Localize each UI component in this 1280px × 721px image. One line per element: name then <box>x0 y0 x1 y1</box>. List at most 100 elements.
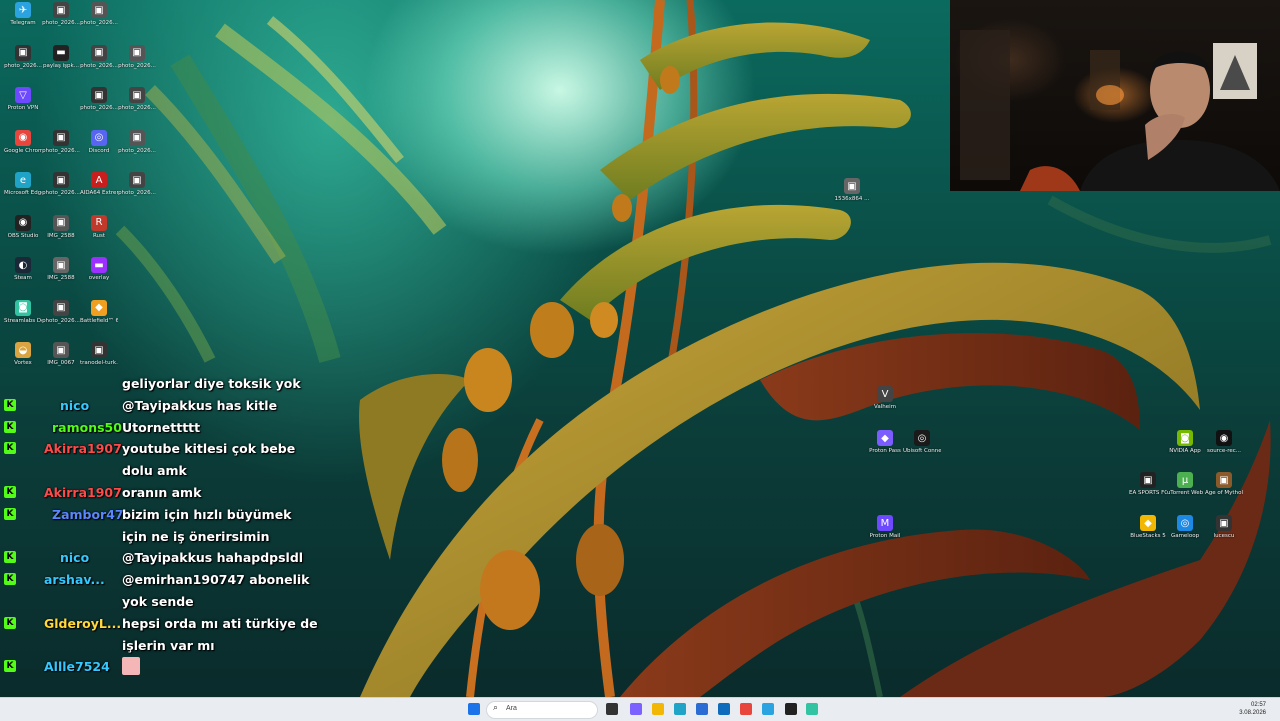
desktop-icon[interactable]: ▬ overlay <box>80 257 118 281</box>
desktop-icon[interactable]: ◒ Vortex <box>4 342 42 366</box>
task-view-icon[interactable] <box>606 703 618 715</box>
start-icon[interactable] <box>468 703 480 715</box>
obs-icon[interactable] <box>785 703 797 715</box>
desktop-icon[interactable]: ▣ IMG_2588 <box>42 257 80 281</box>
desktop-icon[interactable]: ▣ photo_2026... <box>42 172 80 196</box>
desktop-icon-label: overlay <box>88 275 110 281</box>
desktop-icon-label: photo_2026... <box>80 105 118 111</box>
chat-text: yok sende <box>122 594 194 609</box>
desktop-icon[interactable]: ◆ Battlefield™ 6 <box>80 299 118 324</box>
desktop-icon[interactable]: ▽ Proton VPN <box>4 87 42 111</box>
desktop-icon[interactable]: ▬ paylaş işpk... <box>42 44 80 69</box>
chat-text: youtube kitlesi çok bebe <box>122 441 296 457</box>
desktop-icon-label: photo_2026... <box>42 317 80 324</box>
app-icon: ▣ <box>91 2 107 18</box>
chat-text: hepsi orda mı ati türkiye de <box>122 615 318 631</box>
desktop-icon[interactable]: ▣ Age of Mythol... <box>1205 472 1243 496</box>
desktop-icon[interactable]: ▣ photo_2026... <box>118 87 156 111</box>
desktop-icon-label: uTorrent Web <box>1166 490 1204 496</box>
desktop-icon[interactable]: A AIDA64 Extreme <box>80 172 118 196</box>
app-icon: ▣ <box>91 44 107 61</box>
desktop-icon[interactable]: ▣ EA SPORTS FC™ 26 <box>1129 472 1167 496</box>
desktop-icon[interactable]: ◉ OBS Studio <box>4 214 42 239</box>
desktop: ✈ Telegram ▣ photo_2026... ▣ photo_2026... ▣ ph… <box>0 0 1280 697</box>
app-icon: ▣ <box>53 129 69 146</box>
app-icon: ▣ <box>1140 472 1156 488</box>
desktop-icon[interactable]: ▣ photo_2026... <box>42 299 80 324</box>
desktop-icon[interactable]: ◆ BlueStacks 5 <box>1129 515 1167 539</box>
desktop-icon[interactable]: R Rust <box>80 214 118 239</box>
desktop-icon[interactable]: ▣ photo_2026... <box>42 129 80 154</box>
desktop-icon[interactable]: ▣ tranodel-turk... <box>80 342 118 366</box>
search-box[interactable]: ⌕ Ara <box>486 701 598 719</box>
app-icon: ▣ <box>53 299 69 316</box>
desktop-icon[interactable]: ▣ lucescu <box>1205 515 1243 539</box>
desktop-icon[interactable]: ▣ IMG_2588 <box>42 214 80 239</box>
app-icon: ▣ <box>1216 515 1232 531</box>
app-icon: ◙ <box>1177 430 1193 446</box>
chat-username: Zambor47 <box>52 506 124 522</box>
desktop-icon-label: Vortex <box>14 360 32 366</box>
desktop-icon[interactable]: ◉ source-rec... <box>1205 430 1243 454</box>
copilot-icon[interactable] <box>630 703 642 715</box>
chat-username: arshav... <box>44 572 105 588</box>
desktop-icon[interactable]: ▣ photo_2026... <box>118 44 156 69</box>
desktop-icon[interactable]: ◎ Ubisoft Connect <box>903 430 941 454</box>
desktop-icon[interactable]: ▣ photo_2026... <box>80 2 118 26</box>
desktop-icon[interactable]: ◐ Steam <box>4 257 42 281</box>
kick-badge-icon: K <box>4 486 16 498</box>
webcam-overlay <box>950 0 1280 191</box>
desktop-icon[interactable]: e Microsoft Edge <box>4 172 42 196</box>
desktop-icon[interactable]: µ uTorrent Web <box>1166 472 1204 496</box>
desktop-icon[interactable]: ◉Google Chrome <box>4 129 42 154</box>
system-clock[interactable]: 02:57 3.08.2026 <box>1239 701 1266 717</box>
desktop-icon-label: photo_2026... <box>42 20 80 26</box>
desktop-icon-label: Streamlabs Desktop <box>4 317 42 324</box>
desktop-icon[interactable]: ▣ photo_2026... <box>4 44 42 69</box>
app-icon: ▽ <box>15 87 31 103</box>
chat-emote-icon <box>122 657 140 676</box>
edge-icon[interactable] <box>674 703 686 715</box>
kick-badge-icon: K <box>4 573 16 586</box>
desktop-icon-label: IMG_0067 <box>47 360 75 366</box>
store-icon[interactable] <box>696 703 708 715</box>
chat-text: geliyorlar diye toksik yok <box>122 376 301 391</box>
desktop-icon[interactable]: ◙Streamlabs Desktop <box>4 299 42 324</box>
chrome-icon[interactable] <box>740 703 752 715</box>
desktop-icon-label: photo_2026... <box>118 105 156 111</box>
app-icon: A <box>91 172 107 188</box>
file-explorer-icon[interactable] <box>652 703 664 715</box>
app-icon: ◆ <box>91 299 107 316</box>
desktop-icon-label: photo_2026... <box>118 62 156 69</box>
desktop-icon-label: Battlefield™ 6 <box>80 317 118 324</box>
desktop-icon[interactable]: ✈ Telegram <box>4 2 42 26</box>
mail-icon[interactable] <box>718 703 730 715</box>
streamlabs-icon[interactable] <box>806 703 818 715</box>
desktop-icon[interactable]: V Valheim <box>866 386 904 410</box>
app-icon: ▣ <box>53 172 69 188</box>
desktop-icon[interactable]: ◆ Proton Pass <box>866 430 904 454</box>
desktop-icon[interactable]: ▣ photo_2026... <box>118 172 156 196</box>
desktop-icon[interactable]: ▣ 1536x864 ... <box>833 178 871 202</box>
streamer-webcam <box>960 30 1280 191</box>
app-icon: ◉ <box>1216 430 1232 446</box>
desktop-icon[interactable]: ▣ photo_2026... <box>80 44 118 69</box>
desktop-icon[interactable]: ▣ photo_2026... <box>42 2 80 26</box>
desktop-icon[interactable]: ◙ NVIDIA App <box>1166 430 1204 454</box>
app-icon: ◎ <box>91 129 107 146</box>
desktop-icon-label: IMG_2588 <box>47 275 75 281</box>
desktop-icon[interactable]: M Proton Mail <box>866 515 904 539</box>
kick-badge-icon: K <box>4 398 16 411</box>
desktop-icon[interactable]: ▣ photo_2026... <box>118 129 156 154</box>
desktop-icon[interactable]: ▣ IMG_0067 <box>42 342 80 366</box>
desktop-icon[interactable]: ◎ Discord <box>80 129 118 154</box>
telegram-icon[interactable] <box>762 703 774 715</box>
desktop-icon-label: tranodel-turk... <box>80 360 118 366</box>
kick-badge-icon: K <box>4 616 16 629</box>
desktop-icon-label: Gameloop <box>1170 533 1200 539</box>
desktop-icon-label: EA SPORTS FC™ 26 <box>1129 490 1167 496</box>
desktop-icon[interactable]: ▣ photo_2026... <box>80 87 118 111</box>
app-icon: ◙ <box>15 299 31 316</box>
desktop-icon[interactable]: ◎ Gameloop <box>1166 515 1204 539</box>
desktop-icon-label: source-rec... <box>1206 448 1242 454</box>
